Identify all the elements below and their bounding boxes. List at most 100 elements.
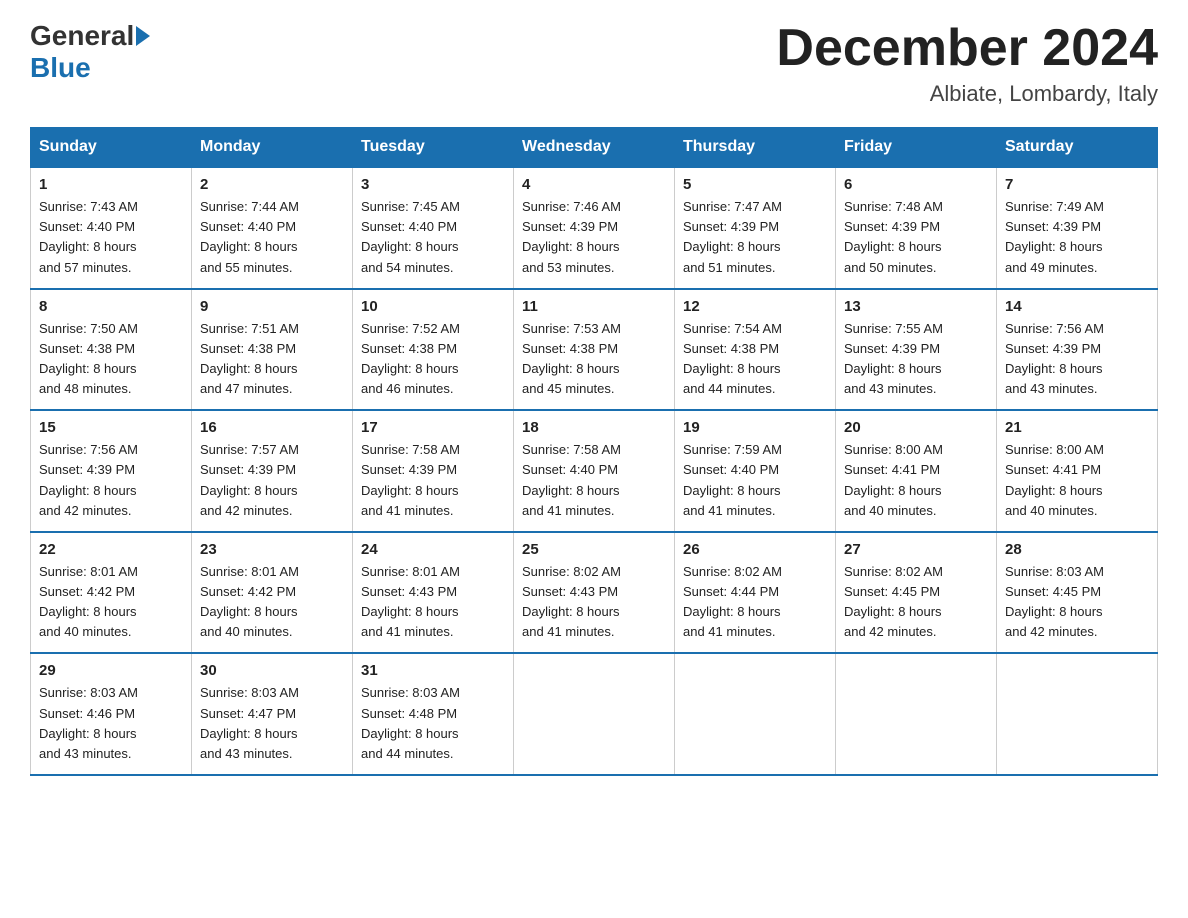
day-info: Sunrise: 8:01 AMSunset: 4:43 PMDaylight:… <box>361 562 505 643</box>
weekday-header-monday: Monday <box>192 128 353 168</box>
calendar-header-row: SundayMondayTuesdayWednesdayThursdayFrid… <box>31 128 1158 168</box>
calendar-cell: 14Sunrise: 7:56 AMSunset: 4:39 PMDayligh… <box>997 289 1158 411</box>
day-info: Sunrise: 7:50 AMSunset: 4:38 PMDaylight:… <box>39 319 183 400</box>
logo-arrow-icon <box>136 26 150 46</box>
day-info: Sunrise: 7:43 AMSunset: 4:40 PMDaylight:… <box>39 197 183 278</box>
day-info: Sunrise: 8:02 AMSunset: 4:43 PMDaylight:… <box>522 562 666 643</box>
weekday-header-tuesday: Tuesday <box>353 128 514 168</box>
day-info: Sunrise: 7:52 AMSunset: 4:38 PMDaylight:… <box>361 319 505 400</box>
location-label: Albiate, Lombardy, Italy <box>776 81 1158 107</box>
calendar-week-row: 15 Sunrise: 7:56 AMSunset: 4:39 PMDayligh… <box>31 410 1158 532</box>
calendar-week-row: 22 Sunrise: 8:01 AMSunset: 4:42 PMDayligh… <box>31 532 1158 654</box>
day-number: 19 <box>683 419 827 436</box>
calendar-cell: 1Sunrise: 7:43 AMSunset: 4:40 PMDaylight… <box>31 167 192 289</box>
calendar-cell: 17 Sunrise: 7:58 AMSunset: 4:39 PMDayligh… <box>353 410 514 532</box>
day-number: 27 <box>844 541 988 558</box>
day-number: 13 <box>844 298 988 315</box>
calendar-cell <box>836 653 997 775</box>
calendar-week-row: 1Sunrise: 7:43 AMSunset: 4:40 PMDaylight… <box>31 167 1158 289</box>
day-number: 15 <box>39 419 183 436</box>
calendar-cell: 11 Sunrise: 7:53 AMSunset: 4:38 PMDayligh… <box>514 289 675 411</box>
day-number: 14 <box>1005 298 1149 315</box>
calendar-cell <box>675 653 836 775</box>
calendar-cell: 10 Sunrise: 7:52 AMSunset: 4:38 PMDayligh… <box>353 289 514 411</box>
weekday-header-thursday: Thursday <box>675 128 836 168</box>
day-number: 22 <box>39 541 183 558</box>
calendar-cell <box>514 653 675 775</box>
day-number: 4 <box>522 176 666 193</box>
day-number: 25 <box>522 541 666 558</box>
day-info: Sunrise: 7:51 AMSunset: 4:38 PMDaylight:… <box>200 319 344 400</box>
day-info: Sunrise: 8:01 AMSunset: 4:42 PMDaylight:… <box>200 562 344 643</box>
weekday-header-sunday: Sunday <box>31 128 192 168</box>
calendar-cell: 15 Sunrise: 7:56 AMSunset: 4:39 PMDayligh… <box>31 410 192 532</box>
calendar-week-row: 8 Sunrise: 7:50 AMSunset: 4:38 PMDaylight… <box>31 289 1158 411</box>
day-info: Sunrise: 8:00 AMSunset: 4:41 PMDaylight:… <box>1005 440 1149 521</box>
day-number: 17 <box>361 419 505 436</box>
page-header: General Blue December 2024 Albiate, Lomb… <box>30 20 1158 107</box>
day-info: Sunrise: 7:58 AMSunset: 4:40 PMDaylight:… <box>522 440 666 521</box>
calendar-cell: 12Sunrise: 7:54 AMSunset: 4:38 PMDayligh… <box>675 289 836 411</box>
day-number: 5 <box>683 176 827 193</box>
calendar-cell: 2Sunrise: 7:44 AMSunset: 4:40 PMDaylight… <box>192 167 353 289</box>
calendar-cell <box>997 653 1158 775</box>
calendar-cell: 31 Sunrise: 8:03 AMSunset: 4:48 PMDayligh… <box>353 653 514 775</box>
calendar-week-row: 29Sunrise: 8:03 AMSunset: 4:46 PMDayligh… <box>31 653 1158 775</box>
day-info: Sunrise: 8:03 AMSunset: 4:47 PMDaylight:… <box>200 683 344 764</box>
day-info: Sunrise: 7:53 AMSunset: 4:38 PMDaylight:… <box>522 319 666 400</box>
day-number: 10 <box>361 298 505 315</box>
calendar-cell: 30Sunrise: 8:03 AMSunset: 4:47 PMDayligh… <box>192 653 353 775</box>
day-info: Sunrise: 7:48 AMSunset: 4:39 PMDaylight:… <box>844 197 988 278</box>
day-info: Sunrise: 8:00 AMSunset: 4:41 PMDaylight:… <box>844 440 988 521</box>
day-number: 28 <box>1005 541 1149 558</box>
day-number: 12 <box>683 298 827 315</box>
day-number: 26 <box>683 541 827 558</box>
calendar-cell: 24 Sunrise: 8:01 AMSunset: 4:43 PMDayligh… <box>353 532 514 654</box>
day-info: Sunrise: 7:49 AMSunset: 4:39 PMDaylight:… <box>1005 197 1149 278</box>
day-info: Sunrise: 8:02 AMSunset: 4:45 PMDaylight:… <box>844 562 988 643</box>
calendar-cell: 13 Sunrise: 7:55 AMSunset: 4:39 PMDayligh… <box>836 289 997 411</box>
calendar-cell: 21 Sunrise: 8:00 AMSunset: 4:41 PMDayligh… <box>997 410 1158 532</box>
calendar-cell: 20 Sunrise: 8:00 AMSunset: 4:41 PMDayligh… <box>836 410 997 532</box>
day-info: Sunrise: 7:56 AMSunset: 4:39 PMDaylight:… <box>39 440 183 521</box>
calendar-cell: 26 Sunrise: 8:02 AMSunset: 4:44 PMDayligh… <box>675 532 836 654</box>
logo-blue-text: Blue <box>30 52 91 84</box>
day-info: Sunrise: 8:03 AMSunset: 4:48 PMDaylight:… <box>361 683 505 764</box>
calendar-cell: 29Sunrise: 8:03 AMSunset: 4:46 PMDayligh… <box>31 653 192 775</box>
calendar-cell: 25 Sunrise: 8:02 AMSunset: 4:43 PMDayligh… <box>514 532 675 654</box>
calendar-cell: 6 Sunrise: 7:48 AMSunset: 4:39 PMDaylight… <box>836 167 997 289</box>
calendar-cell: 28 Sunrise: 8:03 AMSunset: 4:45 PMDayligh… <box>997 532 1158 654</box>
day-info: Sunrise: 8:02 AMSunset: 4:44 PMDaylight:… <box>683 562 827 643</box>
day-number: 21 <box>1005 419 1149 436</box>
day-info: Sunrise: 7:58 AMSunset: 4:39 PMDaylight:… <box>361 440 505 521</box>
weekday-header-wednesday: Wednesday <box>514 128 675 168</box>
day-number: 24 <box>361 541 505 558</box>
calendar-cell: 22 Sunrise: 8:01 AMSunset: 4:42 PMDayligh… <box>31 532 192 654</box>
day-number: 16 <box>200 419 344 436</box>
calendar-cell: 3Sunrise: 7:45 AMSunset: 4:40 PMDaylight… <box>353 167 514 289</box>
day-number: 2 <box>200 176 344 193</box>
day-number: 20 <box>844 419 988 436</box>
day-number: 11 <box>522 298 666 315</box>
day-number: 6 <box>844 176 988 193</box>
day-number: 9 <box>200 298 344 315</box>
day-number: 7 <box>1005 176 1149 193</box>
month-title: December 2024 <box>776 20 1158 77</box>
day-info: Sunrise: 7:47 AMSunset: 4:39 PMDaylight:… <box>683 197 827 278</box>
calendar-cell: 8 Sunrise: 7:50 AMSunset: 4:38 PMDaylight… <box>31 289 192 411</box>
day-info: Sunrise: 8:03 AMSunset: 4:45 PMDaylight:… <box>1005 562 1149 643</box>
day-number: 8 <box>39 298 183 315</box>
logo-general-text: General <box>30 20 134 52</box>
weekday-header-saturday: Saturday <box>997 128 1158 168</box>
weekday-header-friday: Friday <box>836 128 997 168</box>
day-info: Sunrise: 7:45 AMSunset: 4:40 PMDaylight:… <box>361 197 505 278</box>
day-number: 23 <box>200 541 344 558</box>
day-info: Sunrise: 7:55 AMSunset: 4:39 PMDaylight:… <box>844 319 988 400</box>
calendar-cell: 19 Sunrise: 7:59 AMSunset: 4:40 PMDayligh… <box>675 410 836 532</box>
calendar-table: SundayMondayTuesdayWednesdayThursdayFrid… <box>30 127 1158 776</box>
day-info: Sunrise: 8:01 AMSunset: 4:42 PMDaylight:… <box>39 562 183 643</box>
day-number: 31 <box>361 662 505 679</box>
calendar-cell: 9 Sunrise: 7:51 AMSunset: 4:38 PMDaylight… <box>192 289 353 411</box>
day-info: Sunrise: 7:57 AMSunset: 4:39 PMDaylight:… <box>200 440 344 521</box>
day-info: Sunrise: 7:59 AMSunset: 4:40 PMDaylight:… <box>683 440 827 521</box>
